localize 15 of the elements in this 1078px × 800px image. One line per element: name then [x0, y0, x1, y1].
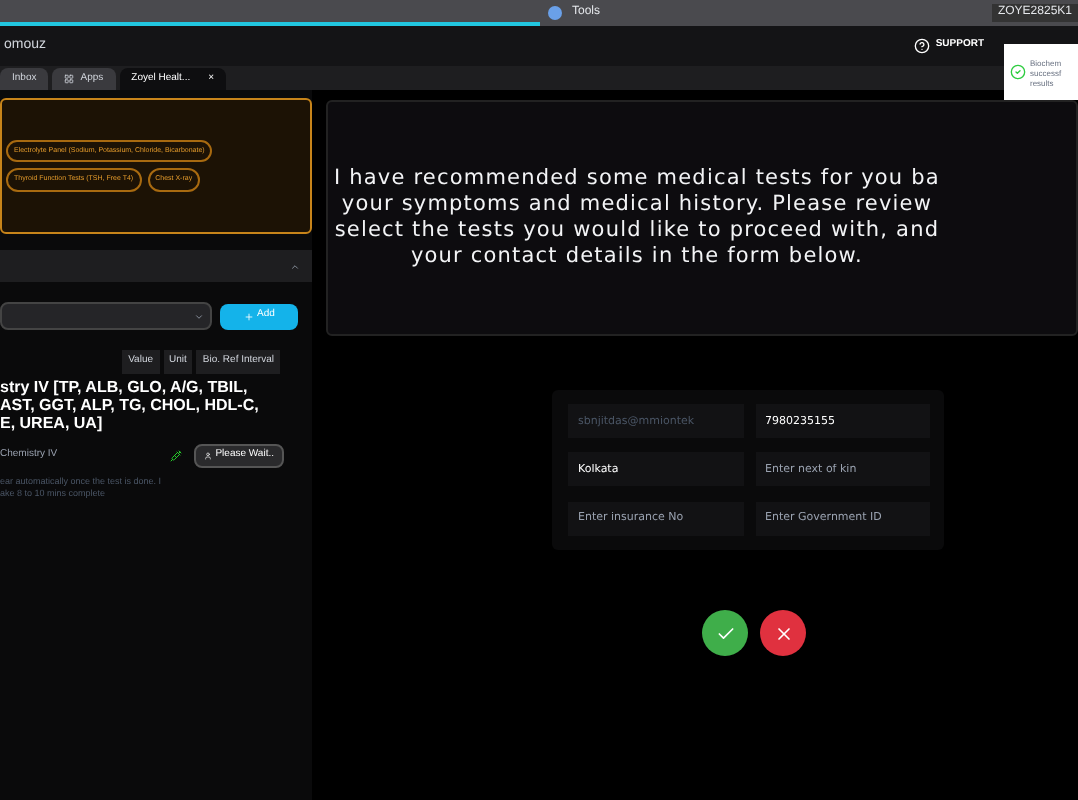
check-icon [715, 623, 735, 643]
plus-icon [243, 311, 254, 321]
user-icon [203, 451, 212, 459]
app-icon [548, 6, 562, 20]
grid-icon [64, 74, 75, 84]
close-icon [773, 623, 793, 643]
chevron-up-icon[interactable] [290, 261, 300, 271]
support-icon [913, 38, 930, 54]
confirm-button[interactable] [702, 610, 748, 656]
syringe-icon [169, 449, 182, 461]
cancel-button[interactable] [760, 610, 806, 656]
assistant-message: I have recommended some medical tests for you ba your symptoms and medical history. Please review select the tests you would like to proceed with, and your contact details in the form below. [334, 166, 940, 270]
success-icon [1010, 64, 1026, 80]
test-name: stry IV [TP, ALB, GLO, A/G, TBIL, AST, GGT, ALP, TG, CHOL, HDL-C, E, UREA, UA] [0, 377, 261, 431]
dropdown-icon [194, 311, 204, 321]
